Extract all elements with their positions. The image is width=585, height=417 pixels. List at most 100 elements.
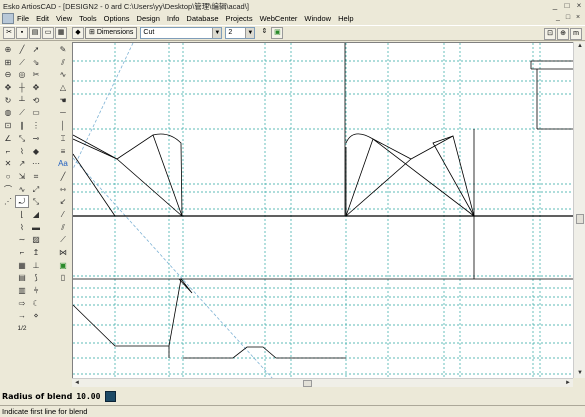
vertical-scrollbar[interactable]: ▲ ▼ bbox=[573, 42, 585, 378]
v-line-icon[interactable]: │ bbox=[57, 120, 69, 131]
fit-icon[interactable]: ⊡ bbox=[2, 120, 14, 131]
crop-icon[interactable]: ⌗ bbox=[30, 171, 42, 182]
hand-icon[interactable]: ☚ bbox=[57, 95, 69, 106]
chamfer-icon[interactable]: ⌊ bbox=[16, 209, 28, 220]
vertical-line-icon[interactable]: ┼ bbox=[16, 82, 28, 93]
layer-select[interactable]: Cut ▼ bbox=[140, 27, 223, 39]
zoom-box-icon[interactable]: ⊞ bbox=[2, 57, 14, 68]
horizontal-line-icon[interactable]: ┴ bbox=[16, 95, 28, 106]
vertical-scroll-thumb[interactable] bbox=[576, 214, 584, 224]
array-icon[interactable]: ⋯ bbox=[30, 158, 42, 169]
slash-icon[interactable]: ⁄ bbox=[57, 209, 69, 220]
menu-info[interactable]: Info bbox=[167, 14, 180, 23]
export-icon[interactable]: ⇨ bbox=[16, 298, 28, 309]
tilt-icon[interactable]: ⤡ bbox=[30, 196, 42, 207]
measure-icon[interactable]: ⌶ bbox=[57, 133, 69, 144]
pointage-select[interactable]: 2 ▼ bbox=[225, 27, 256, 39]
menu-webcenter[interactable]: WebCenter bbox=[260, 14, 298, 23]
menu-tools[interactable]: Tools bbox=[79, 14, 97, 23]
bezier-icon[interactable]: ⌇ bbox=[16, 222, 28, 233]
columns-icon[interactable]: ▯ bbox=[57, 272, 69, 283]
save-icon[interactable]: ▪ bbox=[16, 27, 28, 39]
link-icon[interactable]: ⊸ bbox=[30, 133, 42, 144]
repeat-icon[interactable]: ⫽ bbox=[57, 222, 69, 233]
spline-icon[interactable]: ∼ bbox=[16, 234, 28, 245]
pan-icon[interactable]: ✥ bbox=[2, 82, 14, 93]
tangent-icon[interactable]: ↥ bbox=[30, 247, 42, 258]
dimensions-button[interactable]: ⊞ Dimensions bbox=[85, 27, 138, 39]
menu-options[interactable]: Options bbox=[104, 14, 130, 23]
blend-icon[interactable]: ⤾ bbox=[15, 195, 29, 209]
redraw-icon[interactable]: ↻ bbox=[2, 95, 14, 106]
doc-minimize-button[interactable]: _ bbox=[553, 13, 563, 23]
open-icon[interactable]: ▤ bbox=[29, 27, 41, 39]
chevron-down-icon[interactable]: ▼ bbox=[245, 28, 255, 38]
join-icon[interactable]: ⋈ bbox=[57, 247, 69, 258]
angle-icon[interactable]: △ bbox=[57, 82, 69, 93]
grid-icon[interactable]: ▣ bbox=[271, 27, 284, 39]
leader-icon[interactable]: ↙ bbox=[57, 196, 69, 207]
doc-close-button[interactable]: × bbox=[573, 13, 583, 23]
scroll-down-icon[interactable]: ▼ bbox=[575, 369, 585, 378]
menu-edit[interactable]: Edit bbox=[36, 14, 49, 23]
kink-icon[interactable]: ⟋ bbox=[57, 234, 69, 245]
ruler-icon[interactable]: ▭ bbox=[30, 107, 42, 118]
trim-icon[interactable]: ⌇ bbox=[16, 146, 28, 157]
stretch-icon[interactable]: ⇲ bbox=[16, 171, 28, 182]
pencil-icon[interactable]: ✎ bbox=[57, 44, 69, 55]
parallel-icon[interactable]: ∥ bbox=[16, 120, 28, 131]
globe-icon[interactable]: ◍ bbox=[2, 107, 14, 118]
drawing-canvas[interactable] bbox=[72, 42, 573, 378]
notch-icon[interactable]: ⊥ bbox=[30, 260, 42, 271]
moon-icon[interactable]: ☾ bbox=[30, 298, 42, 309]
bridge-icon[interactable]: ⫩ bbox=[30, 285, 42, 296]
chevron-down-icon[interactable]: ▼ bbox=[212, 28, 222, 38]
flute-icon[interactable]: ⟆ bbox=[30, 272, 42, 283]
node-icon[interactable]: ◆ bbox=[30, 146, 42, 157]
arc-icon[interactable]: ⌒ bbox=[2, 184, 14, 195]
brush-icon[interactable]: ╱ bbox=[57, 171, 69, 182]
menu-file[interactable]: File bbox=[17, 14, 29, 23]
text-icon[interactable]: Aa bbox=[57, 158, 69, 169]
eraser-icon[interactable]: ▬ bbox=[30, 222, 42, 233]
arrow-icon[interactable]: → bbox=[16, 310, 28, 321]
menu-view[interactable]: View bbox=[56, 14, 72, 23]
document-icon[interactable] bbox=[2, 13, 14, 24]
move-icon[interactable]: ✥ bbox=[30, 82, 42, 93]
measure-icon[interactable]: m bbox=[570, 28, 582, 40]
grip-icon[interactable]: ⋮ bbox=[30, 120, 42, 131]
blend-fraction-label[interactable]: 1/2 bbox=[15, 323, 29, 334]
stack-icon[interactable]: ≡ bbox=[57, 146, 69, 157]
scissors-icon[interactable]: ✂ bbox=[30, 69, 42, 80]
target-icon[interactable]: ◎ bbox=[16, 69, 28, 80]
stepper-icon[interactable]: ⇕ bbox=[258, 27, 270, 39]
table-icon[interactable]: ▥ bbox=[16, 285, 28, 296]
grid-fill-icon[interactable]: ▤ bbox=[16, 272, 28, 283]
knife-icon[interactable]: ⤡ bbox=[16, 133, 28, 144]
zoom-icon[interactable]: ⊕ bbox=[557, 28, 569, 40]
dimension-icon[interactable]: ⇿ bbox=[57, 184, 69, 195]
zoom-out-icon[interactable]: ⊖ bbox=[2, 69, 14, 80]
doc-restore-button[interactable]: □ bbox=[563, 13, 573, 23]
hatch-icon[interactable]: ▨ bbox=[30, 234, 42, 245]
scale-icon[interactable]: ⤢ bbox=[30, 184, 42, 195]
horizontal-scroll-thumb[interactable] bbox=[303, 380, 312, 387]
line-icon[interactable]: ╱ bbox=[16, 44, 28, 55]
wave-icon[interactable]: ∿ bbox=[57, 69, 69, 80]
close-button[interactable]: × bbox=[573, 0, 585, 11]
rotate-icon[interactable]: ⟲ bbox=[30, 95, 42, 106]
blend-radius-field[interactable]: 10.00 bbox=[76, 392, 100, 401]
curve-icon[interactable]: ∿ bbox=[16, 184, 28, 195]
cross-icon[interactable]: ✕ bbox=[2, 158, 14, 169]
circle-icon[interactable]: ○ bbox=[2, 171, 14, 182]
fillet-icon[interactable]: ⌐ bbox=[16, 247, 28, 258]
wedge-icon[interactable]: ◢ bbox=[30, 209, 42, 220]
dots-icon[interactable]: ⋄ bbox=[30, 310, 42, 321]
zoom-fit-icon[interactable]: ⊡ bbox=[544, 28, 556, 40]
h-line-icon[interactable]: ─ bbox=[57, 107, 69, 118]
confirm-button[interactable] bbox=[105, 390, 117, 402]
snap-icon[interactable]: ◆ bbox=[72, 27, 84, 39]
new-icon[interactable]: ▭ bbox=[42, 27, 54, 39]
angle-icon[interactable]: ∠ bbox=[2, 133, 14, 144]
select-arrow-icon[interactable]: ➚ bbox=[30, 44, 42, 55]
